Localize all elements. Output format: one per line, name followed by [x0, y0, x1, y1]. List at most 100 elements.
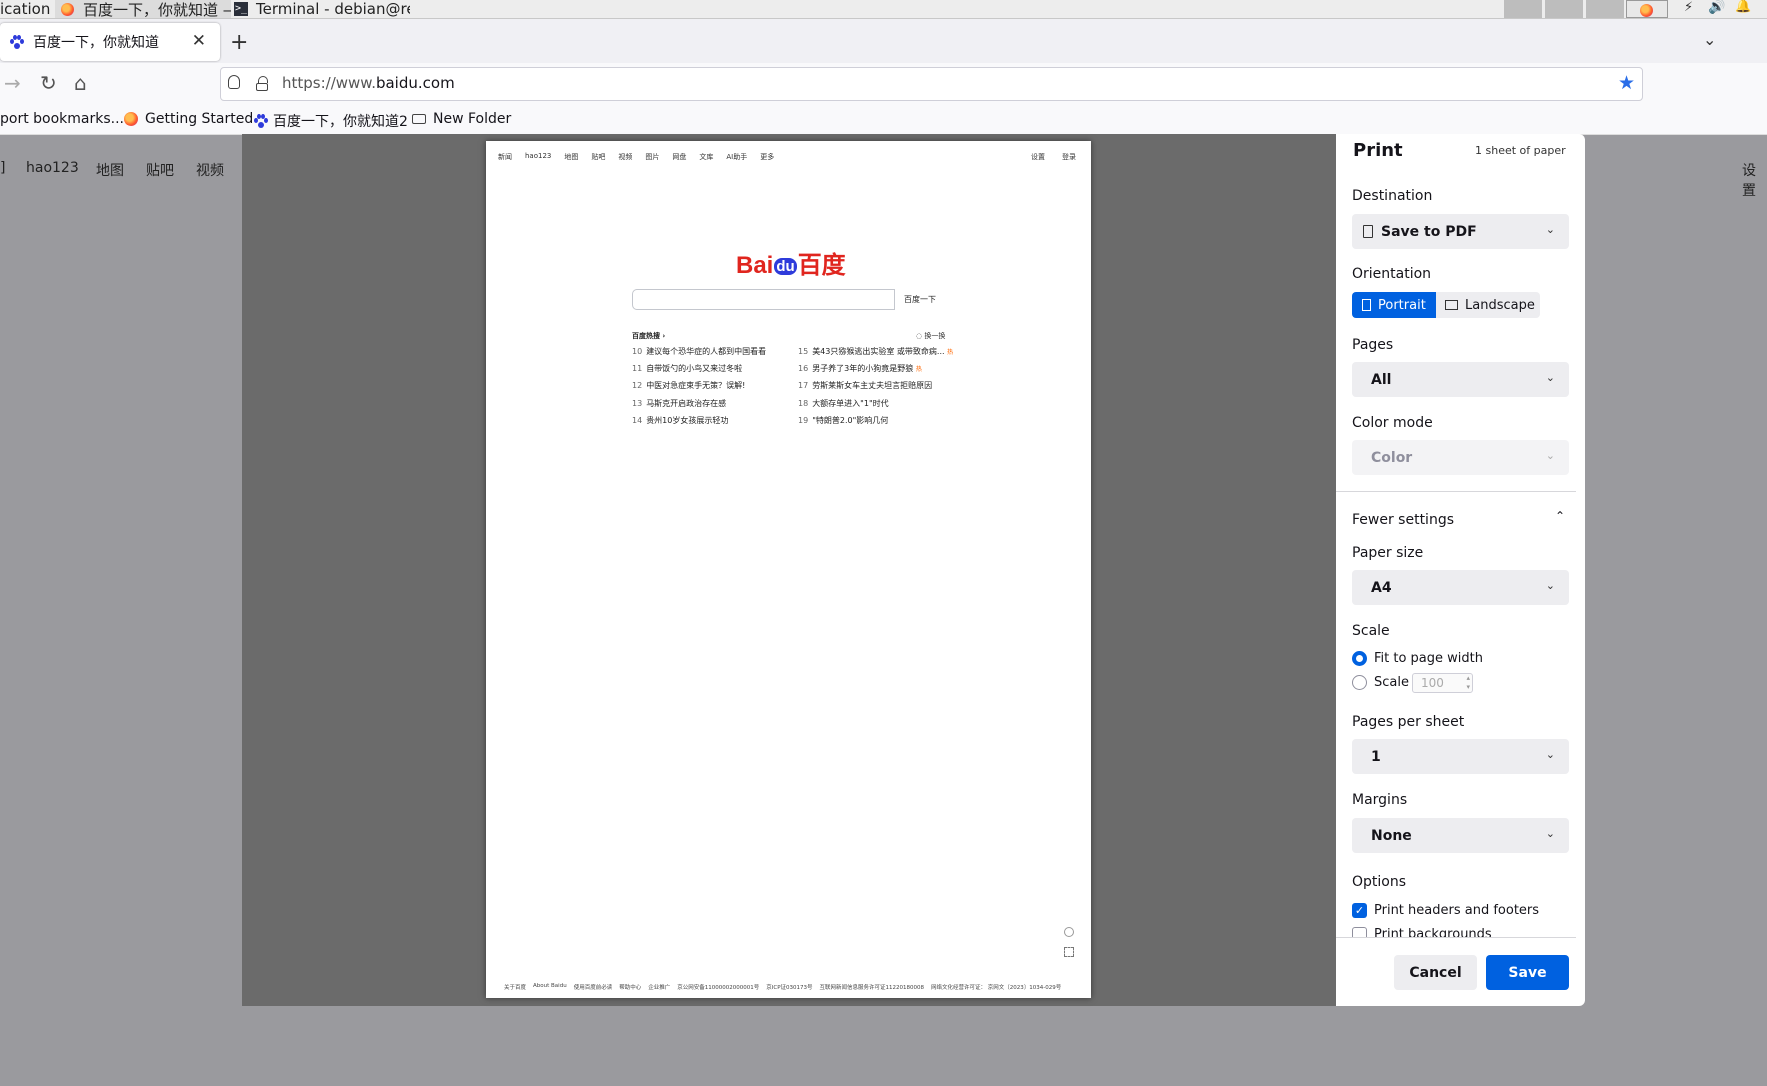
notification-bell-icon[interactable]: 🔔 — [1735, 0, 1751, 14]
workspace-3[interactable] — [1586, 0, 1624, 18]
margins-select[interactable]: None ⌄ — [1352, 818, 1569, 853]
bookmark-import[interactable]: port bookmarks... — [0, 111, 124, 127]
applications-menu[interactable]: ications⁝ — [0, 0, 50, 18]
page-nav-item[interactable]: hao123 — [26, 160, 79, 176]
custom-scale-option[interactable]: Scale — [1352, 675, 1409, 690]
bookmark-label: 百度一下，你就知道2 — [273, 114, 408, 130]
preview-top-nav: 新闻 hao123 地图 贴吧 视频 图片 网盘 文库 AI助手 更多 — [498, 152, 774, 162]
url-prefix: https://www. — [282, 74, 376, 92]
preview-nav-item: 文库 — [699, 153, 714, 161]
landscape-option[interactable]: Landscape — [1436, 292, 1540, 318]
baidu-paw-icon — [254, 114, 268, 128]
print-headers-footers-option[interactable]: ✓ Print headers and footers — [1352, 903, 1539, 918]
chevron-down-icon: ⌄ — [1545, 579, 1555, 592]
baidu-logo: Bai du 百度 — [736, 252, 846, 279]
pages-select[interactable]: All ⌄ — [1352, 362, 1569, 397]
portrait-label: Portrait — [1378, 297, 1426, 313]
new-tab-button[interactable]: + — [230, 30, 248, 55]
save-button[interactable]: Save — [1486, 955, 1569, 990]
stepper-icon[interactable]: ▴ ▾ — [1466, 674, 1470, 692]
print-backgrounds-option[interactable]: Print backgrounds — [1352, 927, 1492, 937]
bookmark-star-icon[interactable]: ★ — [1618, 72, 1635, 94]
paper-size-value: A4 — [1371, 579, 1392, 596]
pages-value: All — [1371, 371, 1392, 388]
fit-to-width-option[interactable]: Fit to page width — [1352, 651, 1483, 666]
preview-nav-item: 更多 — [760, 153, 775, 161]
taskbar-firefox-title: 百度一下，你就知道 — Mo... — [83, 0, 231, 19]
fit-to-width-label: Fit to page width — [1374, 651, 1483, 666]
page-nav-item[interactable]: 地图 — [96, 160, 124, 180]
tracking-shield-icon[interactable] — [228, 75, 240, 89]
destination-select[interactable]: Save to PDF ⌄ — [1352, 214, 1569, 249]
bookmark-label: Getting Started — [145, 111, 254, 127]
preview-login: 登录 — [1062, 153, 1076, 161]
preview-nav-item: 贴吧 — [591, 153, 606, 161]
folder-icon — [412, 114, 426, 124]
bookmark-baidu2[interactable]: 百度一下，你就知道2 — [254, 111, 408, 131]
preview-hot-list-right: 15 美43只猕猴逃出实验室 或带致命病... 热 16 男子养了3年的小狗竟是野狼… — [798, 346, 953, 432]
page-nav-item[interactable]: 视频 — [196, 160, 224, 180]
chevron-down-icon: ⌄ — [1545, 371, 1555, 384]
fewer-settings-label: Fewer settings — [1352, 512, 1454, 528]
page-nav-item[interactable]: 贴吧 — [146, 160, 174, 180]
hot-item: 14 贵州10岁女孩展示轻功 — [632, 415, 729, 425]
bookmark-label: New Folder — [433, 111, 512, 127]
taskbar-terminal-title: Terminal - debian@revyos... — [256, 0, 410, 18]
tab-baidu[interactable]: 百度一下，你就知道 ✕ — [0, 23, 220, 61]
page-nav-item[interactable]: ] — [0, 160, 5, 176]
checkbox-unchecked-icon[interactable] — [1352, 927, 1367, 937]
preview-nav-item: hao123 — [525, 152, 552, 160]
taskbar-terminal-window[interactable]: >_ Terminal - debian@revyos... — [230, 0, 410, 18]
portrait-option[interactable]: Portrait — [1352, 292, 1436, 318]
tab-close-icon[interactable]: ✕ — [192, 31, 206, 51]
workspace-4[interactable] — [1626, 0, 1668, 18]
list-all-tabs-chevron-icon[interactable]: ⌄ — [1703, 30, 1716, 49]
pages-per-sheet-label: Pages per sheet — [1352, 714, 1465, 730]
divider — [1336, 491, 1576, 492]
home-icon[interactable]: ⌂ — [74, 71, 87, 95]
hot-item: 13 马斯克开启政治存在感 — [632, 398, 727, 408]
applications-label: ications — [0, 0, 50, 18]
url-text[interactable]: https://www.baidu.com — [282, 74, 455, 92]
scale-input[interactable]: 100 ▴ ▾ — [1412, 673, 1473, 693]
preview-nav-item: 图片 — [645, 153, 660, 161]
color-mode-value: Color — [1371, 449, 1413, 466]
pages-per-sheet-select[interactable]: 1 ⌄ — [1352, 739, 1569, 774]
preview-search-button: 百度一下 — [904, 295, 936, 304]
workspace-1[interactable] — [1504, 0, 1542, 18]
firefox-icon — [124, 112, 138, 126]
firefox-icon — [1640, 3, 1653, 17]
sheet-count: 1 sheet of paper — [1475, 144, 1566, 157]
workspace-2[interactable] — [1545, 0, 1583, 18]
terminal-icon: >_ — [234, 2, 248, 16]
cancel-button[interactable]: Cancel — [1394, 955, 1477, 990]
bookmark-getting-started[interactable]: Getting Started — [124, 111, 253, 127]
paper-size-select[interactable]: A4 ⌄ — [1352, 570, 1569, 605]
chevron-down-icon: ⌄ — [1545, 827, 1555, 840]
hot-item: 18 大额存单进入"1"时代 — [798, 398, 889, 408]
page-settings-link[interactable]: 设置 — [1742, 160, 1767, 200]
reload-icon[interactable]: ↻ — [40, 71, 57, 95]
network-icon[interactable]: ⚡ — [1684, 0, 1693, 15]
orientation-label: Orientation — [1352, 266, 1432, 282]
lock-icon[interactable] — [256, 76, 268, 91]
color-mode-label: Color mode — [1352, 415, 1433, 431]
margins-label: Margins — [1352, 792, 1408, 808]
fewer-settings-toggle[interactable]: Fewer settings ⌃ — [1352, 509, 1569, 529]
forward-arrow-icon[interactable]: → — [4, 71, 21, 95]
custom-scale-label: Scale — [1374, 675, 1409, 690]
bookmark-new-folder[interactable]: New Folder — [412, 111, 511, 127]
color-mode-select[interactable]: Color ⌄ — [1352, 440, 1569, 475]
firefox-icon — [61, 2, 74, 16]
taskbar-firefox-window[interactable]: 百度一下，你就知道 — Mo... — [55, 0, 231, 18]
preview-hot-refresh: ◌ 换一换 — [916, 332, 946, 340]
volume-icon[interactable]: 🔊 — [1708, 0, 1725, 15]
tab-strip — [0, 19, 1767, 63]
footer-divider — [1336, 937, 1576, 938]
hot-item: 19 "特朗普2.0"影响几何 — [798, 415, 889, 425]
checkbox-checked-icon[interactable]: ✓ — [1352, 903, 1367, 918]
preview-nav-item: 地图 — [564, 153, 579, 161]
radio-selected[interactable] — [1352, 651, 1367, 666]
radio-unselected[interactable] — [1352, 675, 1367, 690]
scale-input-value: 100 — [1421, 676, 1444, 690]
